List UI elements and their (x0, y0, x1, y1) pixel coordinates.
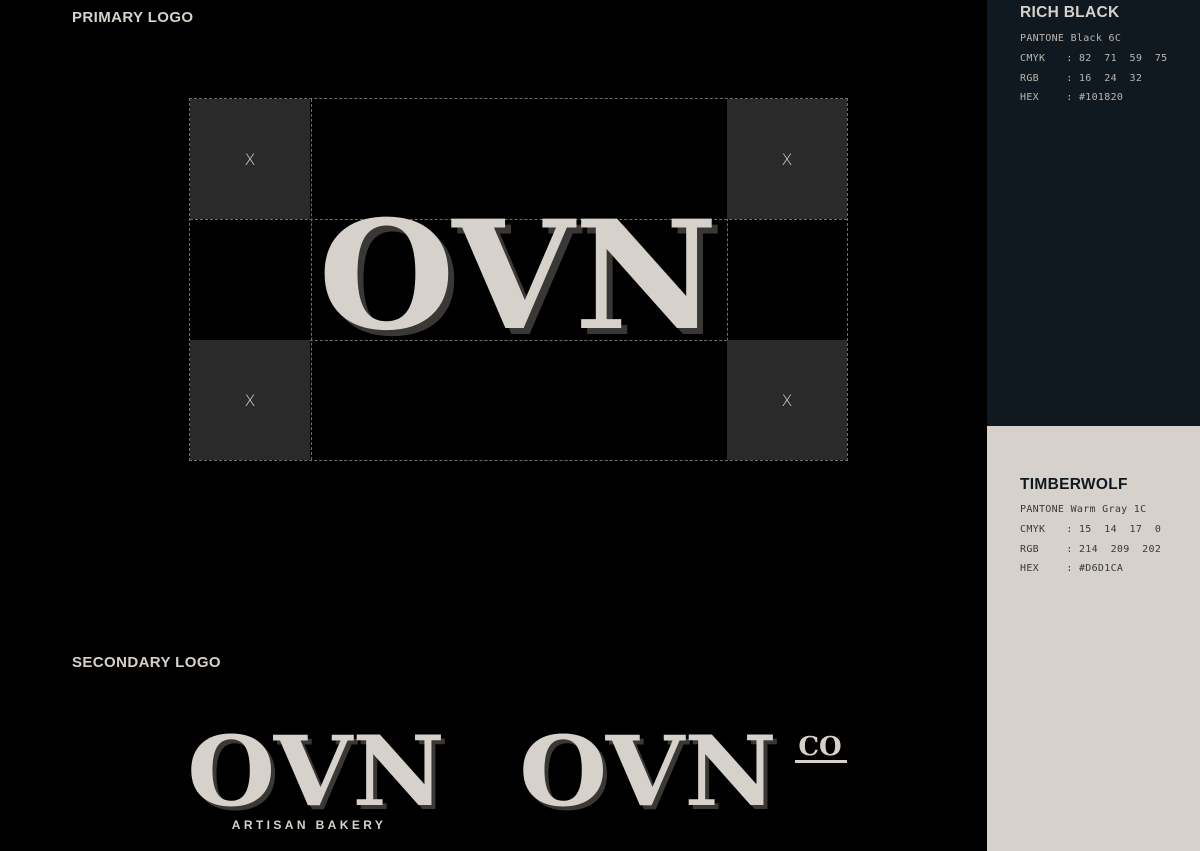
primary-logo-title: PRIMARY LOGO (72, 9, 194, 26)
superscript-underline (795, 760, 847, 763)
clearspace-cell: X (727, 340, 847, 460)
secondary-logo-co-wordmark: OVN (519, 715, 777, 828)
secondary-logo-title: SECONDARY LOGO (72, 654, 221, 671)
secondary-logo-tagline: OVN OVN (187, 715, 449, 832)
clearspace-cell: X (190, 99, 310, 219)
spec-hex: HEX : #101820 (1020, 92, 1124, 104)
color-name: RICH BLACK (1020, 4, 1120, 21)
secondary-logo-wordmark: OVN (187, 715, 445, 828)
clearspace-cell: X (727, 99, 847, 219)
spec-hex: HEX : #D6D1CA (1020, 563, 1124, 575)
clearspace-marker: X (781, 390, 793, 410)
spec-rgb: RGB : 16 24 32 (1020, 72, 1143, 84)
color-name: TIMBERWOLF (1020, 476, 1128, 493)
tagline: ARTISAN BAKERY (231, 818, 387, 832)
primary-logo-wordmark: OVN (318, 188, 718, 364)
spec-cmyk: CMYK : 82 71 59 75 (1020, 52, 1168, 64)
spec-pantone: PANTONE Warm Gray 1C (1020, 504, 1147, 515)
clearspace-marker: X (781, 149, 793, 169)
color-spec-list: PANTONE Black 6C CMYK : 82 71 59 75 RGB … (1020, 33, 1167, 112)
secondary-logo-co: OVN OVN CO (519, 715, 847, 832)
spec-rgb: RGB : 214 209 202 (1020, 543, 1162, 555)
color-spec-list: PANTONE Warm Gray 1C CMYK : 15 14 17 0 R… (1020, 504, 1161, 583)
primary-logo: OVN OVN (318, 188, 724, 370)
spec-pantone: PANTONE Black 6C (1020, 33, 1122, 44)
spec-cmyk: CMYK : 15 14 17 0 (1020, 523, 1162, 535)
superscript-co: CO (798, 732, 841, 762)
clearspace-marker: X (244, 149, 256, 169)
clearspace-marker: X (244, 390, 256, 410)
color-swatch-timberwolf: TIMBERWOLF PANTONE Warm Gray 1C CMYK : 1… (987, 426, 1200, 851)
color-swatch-rich-black: RICH BLACK PANTONE Black 6C CMYK : 82 71… (987, 0, 1200, 426)
clearspace-cell: X (190, 340, 310, 460)
